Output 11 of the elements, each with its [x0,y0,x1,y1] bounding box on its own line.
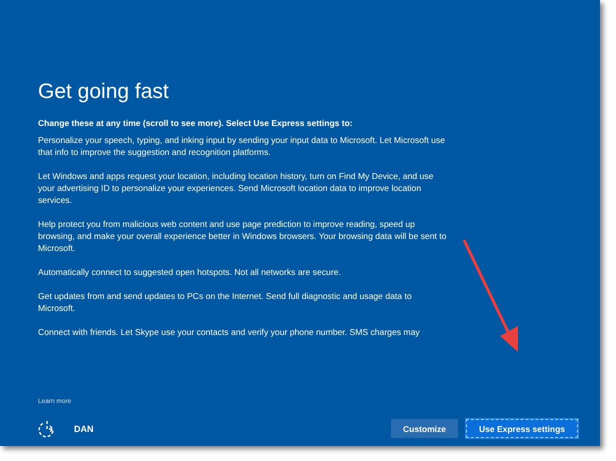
user-name: DAN [74,424,94,434]
customize-button[interactable]: Customize [391,419,458,438]
settings-paragraph: Automatically connect to suggested open hotspots. Not all networks are secure. [38,266,342,278]
settings-paragraph: Help protect you from malicious web content and use page prediction to improve reading, speed up browsing, and make your overall experience better in Windows browsers. Your browsing data will be sent to Microsoft. [38,218,448,254]
settings-paragraph: Personalize your speech, typing, and inking input by sending your input data to Microsoft. Let Microsoft use that info to improve the suggestion and recognition platforms. [38,134,446,158]
page-title: Get going fast [38,80,170,104]
intro-text: Change these at any time (scroll to see more). Select Use Express settings to: [38,118,354,128]
settings-paragraph: Let Windows and apps request your location, including location history, turn on Find My Device, and use your advertising ID to personalize your experiences. Send Microsoft location data to improve location services. [38,170,434,206]
settings-paragraph: Connect with friends. Let Skype use your contacts and verify your phone number. SMS charges may [38,326,421,338]
settings-paragraph: Get updates from and send updates to PCs on the Internet. Send full diagnostic and usage data to Microsoft. [38,290,413,314]
express-settings-button[interactable]: Use Express settings [466,419,578,438]
